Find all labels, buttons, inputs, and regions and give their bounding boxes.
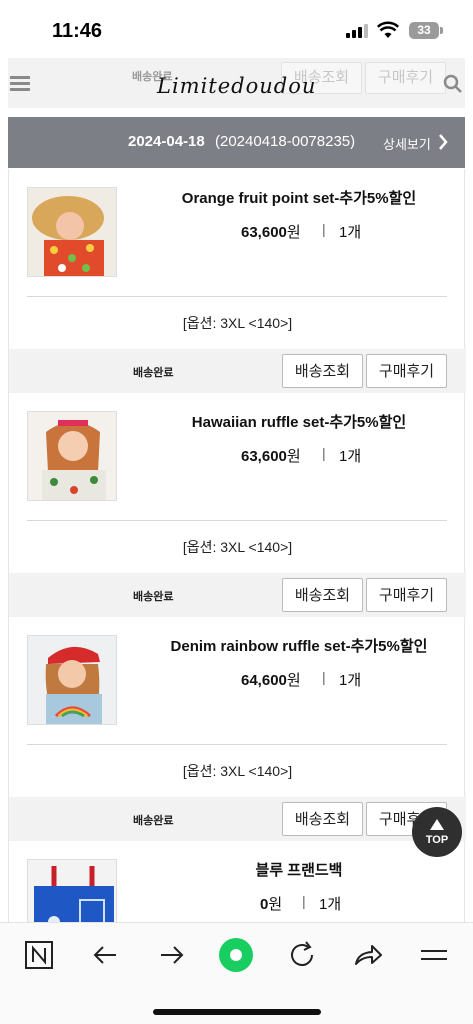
- order-number: (20240418-0078235): [215, 133, 356, 150]
- home-indicator: [153, 1009, 321, 1015]
- divider: |: [322, 221, 326, 237]
- divider: |: [322, 669, 326, 685]
- product-price: 0원: [260, 896, 283, 913]
- item-actions: 배송완료 배송조회 구매후기: [9, 797, 466, 841]
- product-thumbnail[interactable]: [27, 411, 117, 501]
- track-delivery-button[interactable]: 배송조회: [282, 578, 363, 612]
- product-quantity: 1개: [319, 896, 342, 913]
- battery-icon: 33: [409, 22, 439, 39]
- wifi-icon: [377, 21, 399, 38]
- battery-tip: [440, 27, 443, 34]
- product-option: [옵션: 3XL <140>]: [182, 763, 293, 779]
- product-thumbnail[interactable]: [27, 859, 117, 922]
- product-name[interactable]: 블루 프랜드백: [129, 859, 464, 880]
- order-item: Orange fruit point set-추가5%할인 63,600원 | …: [8, 169, 466, 393]
- naver-n-icon[interactable]: [21, 937, 57, 973]
- track-delivery-button[interactable]: 배송조회: [282, 802, 363, 836]
- green-dot-home-icon[interactable]: [218, 937, 254, 973]
- back-arrow-icon[interactable]: [88, 937, 124, 973]
- refresh-icon[interactable]: [284, 937, 320, 973]
- product-name[interactable]: Hawaiian ruffle set-추가5%할인: [129, 411, 469, 432]
- forward-arrow-icon[interactable]: [153, 937, 189, 973]
- status-bar: 11:46 33: [0, 0, 473, 58]
- search-icon[interactable]: [443, 74, 463, 94]
- site-logo[interactable]: Limitedoudou: [157, 74, 316, 98]
- product-quantity: 1개: [339, 224, 362, 241]
- product-price: 64,600원: [241, 672, 301, 689]
- order-date: 2024-04-18: [128, 133, 205, 150]
- divider: |: [322, 445, 326, 461]
- product-thumbnail[interactable]: [27, 635, 117, 725]
- product-option: [옵션: 3XL <140>]: [182, 539, 293, 555]
- item-actions: 배송완료 배송조회 구매후기: [9, 349, 466, 393]
- write-review-button[interactable]: 구매후기: [366, 578, 447, 612]
- order-item: 블루 프랜드백 0원 | 1개: [8, 841, 465, 922]
- product-thumbnail[interactable]: [27, 187, 117, 277]
- product-price: 63,600원: [241, 448, 301, 465]
- divider: |: [302, 893, 306, 909]
- scroll-to-top-button[interactable]: TOP: [412, 807, 462, 857]
- divider-line: [27, 520, 447, 521]
- item-actions: 배송완료 배송조회 구매후기: [9, 573, 466, 617]
- order-date-header: 2024-04-18 (20240418-0078235) 상세보기: [8, 117, 465, 168]
- product-name[interactable]: Denim rainbow ruffle set-추가5%할인: [129, 635, 469, 656]
- top-label: TOP: [425, 834, 449, 846]
- product-quantity: 1개: [339, 448, 362, 465]
- previous-review-button[interactable]: 구매후기: [365, 62, 446, 94]
- browser-bottom-bar: [0, 922, 473, 1024]
- ship-status: 배송완료: [133, 591, 174, 603]
- ship-status: 배송완료: [133, 367, 174, 379]
- product-name[interactable]: Orange fruit point set-추가5%할인: [129, 187, 469, 208]
- write-review-button[interactable]: 구매후기: [366, 354, 447, 388]
- hamburger-menu-icon[interactable]: [10, 76, 30, 92]
- order-detail-link[interactable]: 상세보기: [383, 134, 431, 153]
- track-delivery-button[interactable]: 배송조회: [282, 354, 363, 388]
- product-option: [옵션: 3XL <140>]: [182, 315, 293, 331]
- ship-status: 배송완료: [133, 815, 174, 827]
- chevron-right-icon[interactable]: [438, 133, 448, 151]
- order-item: Hawaiian ruffle set-추가5%할인 63,600원 | 1개 …: [8, 393, 466, 617]
- product-price: 63,600원: [241, 224, 301, 241]
- share-icon[interactable]: [350, 937, 386, 973]
- menu-icon[interactable]: [416, 937, 452, 973]
- order-item: Denim rainbow ruffle set-추가5%할인 64,600원 …: [8, 617, 466, 841]
- up-arrow-icon: [430, 819, 444, 830]
- signal-icon: [346, 24, 370, 38]
- product-quantity: 1개: [339, 672, 362, 689]
- status-time: 11:46: [52, 20, 103, 42]
- divider-line: [27, 296, 447, 297]
- divider-line: [27, 744, 447, 745]
